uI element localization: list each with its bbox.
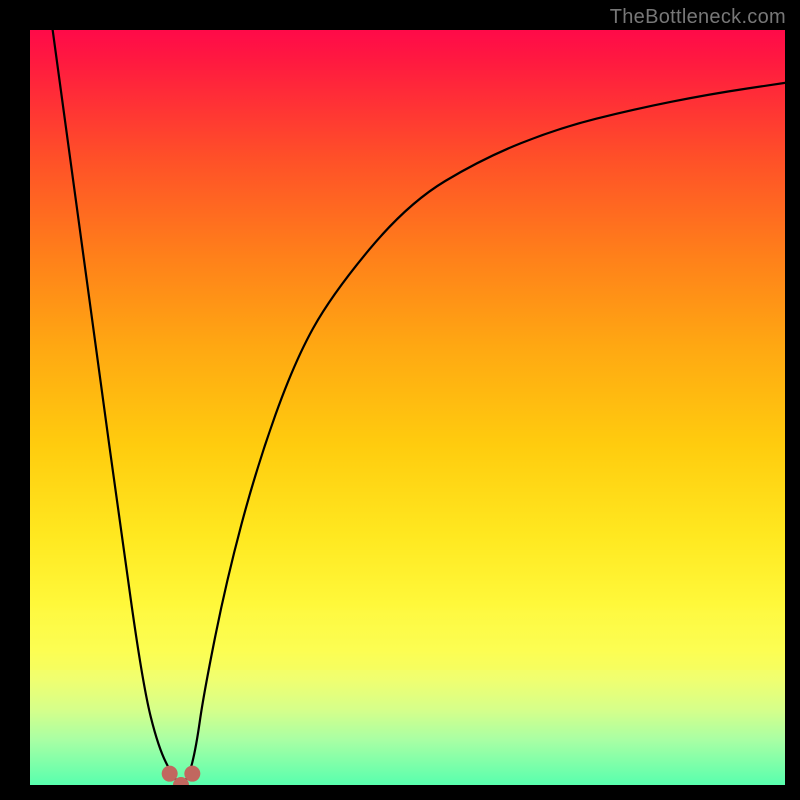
- curve-layer: [30, 30, 785, 785]
- bottleneck-curve-line: [53, 30, 785, 783]
- chart-frame: TheBottleneck.com: [0, 0, 800, 800]
- plot-area: [30, 30, 785, 785]
- min-marker-dot: [184, 766, 200, 782]
- minimum-markers: [162, 766, 201, 785]
- watermark-text: TheBottleneck.com: [610, 6, 786, 29]
- min-marker-dot: [162, 766, 178, 782]
